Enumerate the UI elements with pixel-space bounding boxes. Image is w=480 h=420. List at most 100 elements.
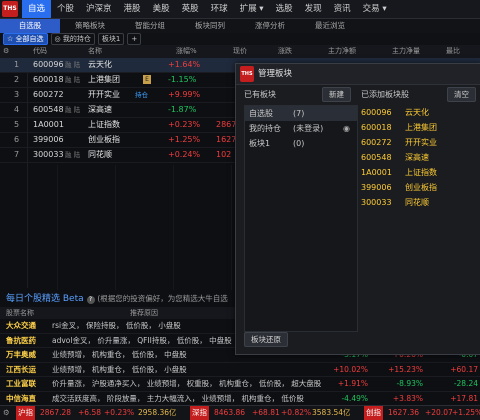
col-amount[interactable]: 主力净量 xyxy=(392,45,420,58)
pick-reason: 价升量涨， 沪股通净买入， 业绩预增， 权重股， 机构重仓， 低价股， 超大盘股 xyxy=(52,379,322,388)
col-change[interactable]: 涨跌 xyxy=(278,45,292,58)
stock-name: 上港集团 xyxy=(405,123,437,132)
pick-name[interactable]: 鲁抗医药 xyxy=(6,334,36,348)
sh-amount: 2958.36亿 xyxy=(138,408,177,417)
board1-button[interactable]: 板块1 xyxy=(97,33,125,45)
cy-index-pct: +1.25% xyxy=(452,408,480,417)
tab-watchlist[interactable]: 自选股 xyxy=(0,19,60,33)
pick-flow: +60.17 xyxy=(450,364,478,374)
stock-tag: 融 陆 xyxy=(65,151,81,159)
col-name[interactable]: 名称 xyxy=(88,45,102,58)
tab-recent[interactable]: 最近浏览 xyxy=(300,19,360,33)
table-header: ⚙ 代码 名称 涨幅% 现价 涨跌 主力净额 主力净量 最比 xyxy=(0,45,480,59)
tab-smart-group[interactable]: 智能分组 xyxy=(120,19,180,33)
pick-reason: 成交活跃度高， 阶段放量， 主力大幅流入， 业绩预增， 机构重仓， 低价股 xyxy=(52,393,304,403)
list-item[interactable]: 600272 开开实业 xyxy=(361,135,477,150)
nav-extend[interactable]: 扩展 ▾ xyxy=(234,0,270,18)
nav-watchlist[interactable]: 自选 xyxy=(22,0,52,18)
added-stock-list: 600096 云天化 600018 上港集团 600272 开开实业 60054… xyxy=(361,105,477,330)
help-icon[interactable]: ? xyxy=(86,296,95,304)
list-item[interactable]: 工业富联 价升量涨， 沪股通净买入， 业绩预增， 权重股， 机构重仓， 低价股，… xyxy=(0,377,480,392)
row-index: 7 xyxy=(14,150,20,159)
watchlist-toolbar: ☆ 全部自选 ◎ 我的持仓 板块1 + xyxy=(0,33,480,45)
settings-gear-icon[interactable]: ⚙ xyxy=(3,45,9,58)
list-item[interactable]: 600548 深高速 xyxy=(361,150,477,165)
dialog-titlebar[interactable]: THS 管理板块 xyxy=(236,64,480,85)
stock-tag: 融 陆 xyxy=(65,106,81,114)
add-board-button[interactable]: + xyxy=(127,33,142,45)
list-item[interactable]: 江西长运 业绩预增， 机构重仓， 低价股， 小盘股 +10.02% +15.23… xyxy=(0,363,480,377)
nav-hk[interactable]: 港股 xyxy=(118,0,147,18)
cy-index-change: +20.07 xyxy=(425,408,453,417)
stock-name: 开开实业 xyxy=(88,90,120,99)
stock-name: 创业板指 xyxy=(405,183,437,192)
stock-tag: 融 陆 xyxy=(65,61,81,69)
sh-index-value: 2867.28 xyxy=(40,408,72,417)
list-item[interactable]: 600096 云天化 xyxy=(361,105,477,120)
list-item[interactable]: 300033 同花顺 xyxy=(361,195,477,210)
pick-pct: +1.91% xyxy=(337,379,368,388)
stock-name: 云天化 xyxy=(405,108,429,117)
board-item-watchlist[interactable]: 自选股 (7) xyxy=(245,106,357,121)
col-pct[interactable]: 涨幅% xyxy=(176,45,197,58)
nav-global[interactable]: 环球 xyxy=(205,0,234,18)
col-flow[interactable]: 主力净额 xyxy=(328,45,356,58)
list-item[interactable]: 399006 创业板指 xyxy=(361,180,477,195)
list-item[interactable]: 中信海直 成交活跃度高， 阶段放量， 主力大幅流入， 业绩预增， 机构重仓， 低… xyxy=(0,392,480,406)
row-index: 6 xyxy=(14,135,20,144)
nav-picker[interactable]: 选股 xyxy=(270,0,299,18)
stock-code: 600096 xyxy=(33,60,64,69)
pick-flow: +17.81 xyxy=(450,393,478,403)
pick-name[interactable]: 万丰奥威 xyxy=(6,348,36,362)
board-item-board1[interactable]: 板块1 (0) xyxy=(245,136,357,151)
new-board-button[interactable]: 新建 xyxy=(322,87,351,102)
all-watchlist-button[interactable]: ☆ 全部自选 xyxy=(3,33,48,45)
col-price[interactable]: 现价 xyxy=(233,45,247,58)
list-item[interactable]: 1A0001 上证指数 xyxy=(361,165,477,180)
nav-trade[interactable]: 交易 ▾ xyxy=(357,0,393,18)
col-code[interactable]: 代码 xyxy=(33,45,47,58)
tab-strategy[interactable]: 策略板块 xyxy=(60,19,120,33)
pick-reason: advol金叉， 价升量涨， QFII持股， 低价股， 中盘股 xyxy=(52,335,232,345)
eye-icon[interactable]: ◉ xyxy=(343,121,350,136)
sz-index-label[interactable]: 深指 xyxy=(190,406,209,420)
tab-board-compare[interactable]: 板块同列 xyxy=(180,19,240,33)
nav-us[interactable]: 美股 xyxy=(147,0,176,18)
sz-index-pct: +0.82% xyxy=(281,408,312,417)
tab-limit-analysis[interactable]: 涨停分析 xyxy=(240,19,300,33)
gear-icon[interactable]: ⚙ xyxy=(3,406,10,420)
pick-period-pct: +3.83% xyxy=(392,393,423,403)
stock-name: 上证指数 xyxy=(405,168,437,177)
board-count: (未登录) xyxy=(293,124,324,133)
row-index: 5 xyxy=(14,120,20,129)
my-holdings-button[interactable]: ◎ 我的持仓 xyxy=(50,33,95,45)
cy-index-label[interactable]: 创指 xyxy=(364,406,383,420)
pick-name[interactable]: 工业富联 xyxy=(6,377,36,391)
stock-code: 600018 xyxy=(361,123,392,132)
nav-stocks[interactable]: 个股 xyxy=(51,0,80,18)
pick-name[interactable]: 大众交通 xyxy=(6,319,36,333)
board-item-holdings[interactable]: 我的持仓 (未登录) ◉ xyxy=(245,121,357,136)
stock-code: 399006 xyxy=(361,183,392,192)
stock-code: 1A0001 xyxy=(361,168,392,177)
stock-code: 1A0001 xyxy=(33,120,64,129)
nav-shsz[interactable]: 沪深京 xyxy=(80,0,118,18)
cy-index-value: 1627.36 xyxy=(388,408,420,417)
clear-button[interactable]: 清空 xyxy=(447,87,476,102)
pick-reason: 业绩预增， 机构重仓， 低价股， 小盘股 xyxy=(52,364,187,374)
picks-col-reason: 推荐原因 xyxy=(130,309,158,317)
nav-uk[interactable]: 英股 xyxy=(176,0,205,18)
nav-news[interactable]: 资讯 xyxy=(328,0,357,18)
sh-index-change: +6.58 xyxy=(78,408,101,417)
note-icon[interactable]: E xyxy=(143,75,151,84)
col-rate[interactable]: 最比 xyxy=(446,45,460,58)
app-logo: THS xyxy=(2,1,18,17)
restore-board-button[interactable]: 板块还原 xyxy=(244,332,288,347)
row-index: 1 xyxy=(14,60,20,69)
stock-name: 同花顺 xyxy=(405,198,429,207)
list-item[interactable]: 600018 上港集团 xyxy=(361,120,477,135)
nav-discover[interactable]: 发现 xyxy=(299,0,328,18)
sh-index-label[interactable]: 沪指 xyxy=(16,406,35,420)
pick-name[interactable]: 中信海直 xyxy=(6,392,36,406)
pick-name[interactable]: 江西长运 xyxy=(6,363,36,377)
